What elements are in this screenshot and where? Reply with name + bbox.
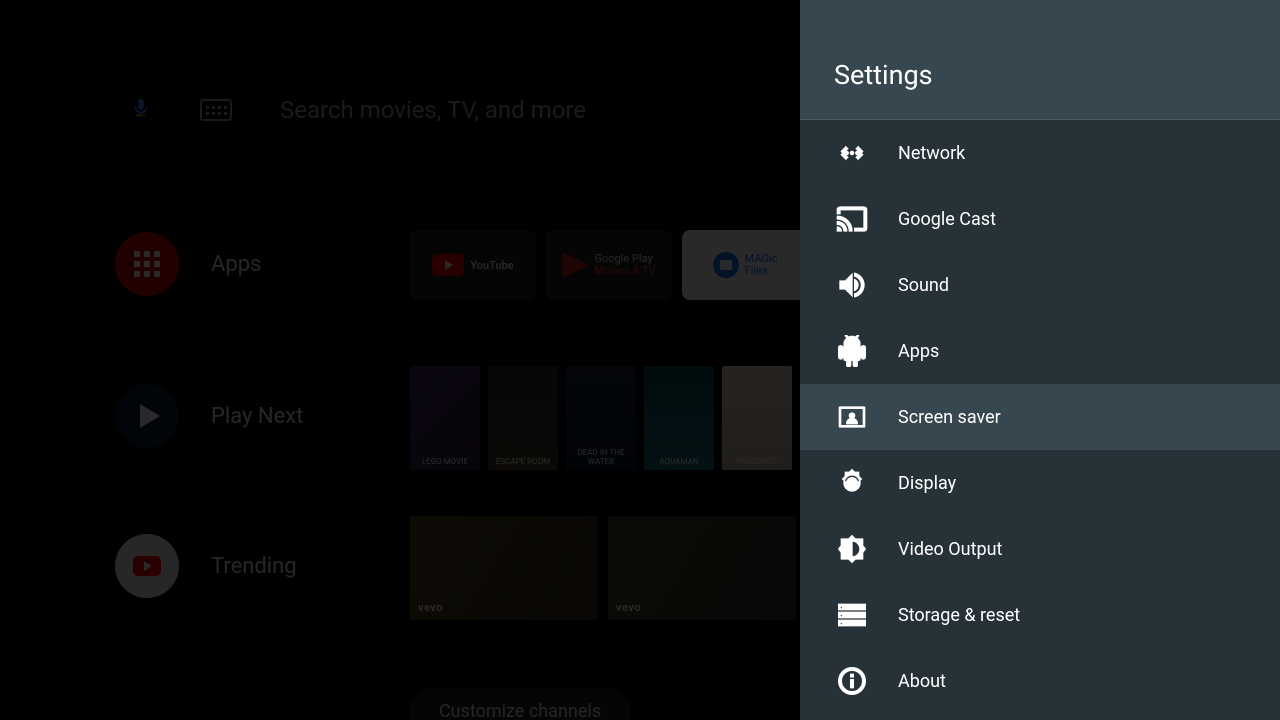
svg-text:A: A <box>848 478 856 490</box>
mic-icon[interactable] <box>130 95 152 125</box>
playnext-posters: LEGO MOVIE ESCAPE ROOM DEAD IN THE WATER… <box>410 366 792 470</box>
magic-files-icon <box>713 252 739 278</box>
video-thumb[interactable]: vevo <box>410 516 598 620</box>
keyboard-icon[interactable] <box>200 99 232 121</box>
youtube-icon <box>432 254 464 276</box>
settings-title: Settings <box>834 59 933 91</box>
screensaver-icon <box>834 399 870 435</box>
settings-item-video-output[interactable]: Video Output <box>800 516 1280 582</box>
settings-item-google-cast[interactable]: Google Cast <box>800 186 1280 252</box>
trending-row-label: Trending <box>211 554 297 579</box>
app-tile-label: YouTube <box>470 259 513 272</box>
settings-item-label: Google Cast <box>898 209 996 230</box>
vevo-badge: vevo <box>616 601 641 614</box>
trending-row-header[interactable]: Trending <box>115 534 297 598</box>
apps-row-header[interactable]: Apps <box>115 232 261 296</box>
apps-row-label: Apps <box>211 252 261 277</box>
android-icon <box>834 333 870 369</box>
poster-item[interactable]: ESCAPE ROOM <box>488 366 558 470</box>
search-bar[interactable]: Search movies, TV, and more <box>130 95 586 125</box>
cast-icon <box>834 201 870 237</box>
playnext-circle-icon <box>115 384 179 448</box>
customize-channels-button[interactable]: Customize channels <box>410 688 630 720</box>
playnext-row-label: Play Next <box>211 404 303 429</box>
settings-item-label: About <box>898 671 946 692</box>
youtube-icon <box>133 556 161 576</box>
vevo-badge: vevo <box>418 601 443 614</box>
video-thumb[interactable]: vevo <box>608 516 796 620</box>
poster-item[interactable]: FAVOURITE <box>722 366 792 470</box>
storage-icon <box>834 597 870 633</box>
playnext-row-header[interactable]: Play Next <box>115 384 303 448</box>
poster-item[interactable]: AQUAMAN <box>644 366 714 470</box>
settings-item-label: Sound <box>898 275 949 296</box>
settings-item-screen-saver[interactable]: Screen saver <box>800 384 1280 450</box>
network-icon <box>834 135 870 171</box>
apps-circle-icon <box>115 232 179 296</box>
settings-item-label: Network <box>898 143 965 164</box>
settings-item-label: Apps <box>898 341 939 362</box>
app-tile-play-movies[interactable]: Google Play Movies & TV <box>546 230 672 300</box>
sound-icon <box>834 267 870 303</box>
settings-item-label: Storage & reset <box>898 605 1020 626</box>
video-output-icon <box>834 531 870 567</box>
settings-item-apps[interactable]: Apps <box>800 318 1280 384</box>
apps-tiles: YouTube Google Play Movies & TV MAGic Fi… <box>410 230 808 300</box>
search-placeholder: Search movies, TV, and more <box>280 96 586 124</box>
poster-item[interactable]: DEAD IN THE WATER <box>566 366 636 470</box>
play-movies-icon <box>562 252 588 278</box>
trending-thumbs: vevo vevo <box>410 516 796 620</box>
settings-item-label: Screen saver <box>898 407 1001 428</box>
app-tile-youtube[interactable]: YouTube <box>410 230 536 300</box>
display-brightness-icon: A <box>834 465 870 501</box>
poster-item[interactable]: LEGO MOVIE <box>410 366 480 470</box>
settings-item-label: Display <box>898 473 956 494</box>
app-tile-label: Google Play Movies & TV <box>594 253 655 277</box>
app-tile-label: MAGic Files <box>745 253 778 277</box>
settings-item-display[interactable]: A Display <box>800 450 1280 516</box>
settings-list: Network Google Cast Sound Apps Screen sa <box>800 120 1280 720</box>
customize-label: Customize channels <box>439 701 601 720</box>
settings-panel: Settings Network Google Cast Sound Apps <box>800 0 1280 720</box>
trending-circle-icon <box>115 534 179 598</box>
settings-item-label: Video Output <box>898 539 1002 560</box>
app-tile-magic-files[interactable]: MAGic Files <box>682 230 808 300</box>
info-icon <box>834 663 870 699</box>
settings-item-storage-reset[interactable]: Storage & reset <box>800 582 1280 648</box>
settings-header: Settings <box>800 0 1280 120</box>
settings-item-sound[interactable]: Sound <box>800 252 1280 318</box>
settings-item-about[interactable]: About <box>800 648 1280 714</box>
settings-item-network[interactable]: Network <box>800 120 1280 186</box>
